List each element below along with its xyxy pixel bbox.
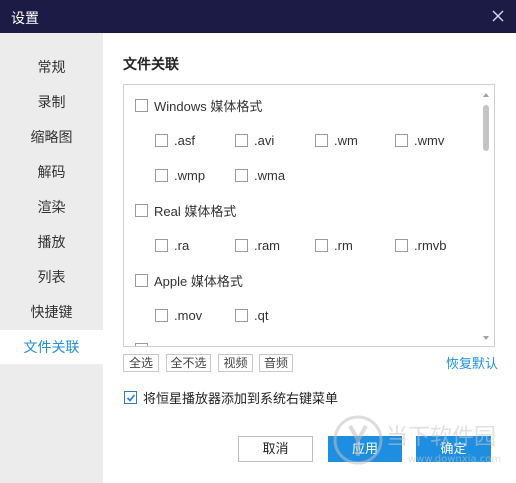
ok-button[interactable]: 确定 xyxy=(416,436,491,462)
ext-wmp-row[interactable]: .wmp xyxy=(155,166,205,184)
group-next-row[interactable] xyxy=(135,340,148,346)
ext-checkbox[interactable] xyxy=(395,133,408,147)
window-title: 设置 xyxy=(11,10,39,26)
ext-label: .rm xyxy=(334,237,353,253)
checkmark-icon xyxy=(126,393,136,402)
ext-avi-row[interactable]: .avi xyxy=(235,131,274,149)
ext-rmvb-row[interactable]: .rmvb xyxy=(395,236,447,254)
settings-sidebar: 常规 录制 缩略图 解码 渲染 播放 列表 快捷键 文件关联 xyxy=(0,33,103,483)
ext-qt-row[interactable]: .qt xyxy=(235,306,268,324)
ext-checkbox[interactable] xyxy=(235,238,248,252)
title-bar: 设置 xyxy=(0,0,516,33)
ext-checkbox[interactable] xyxy=(315,238,328,252)
ext-label: .asf xyxy=(174,132,195,148)
restore-default-link[interactable]: 恢复默认 xyxy=(446,353,498,372)
group-next-checkbox[interactable] xyxy=(135,342,148,346)
sidebar-item-render[interactable]: 渲染 xyxy=(0,190,103,224)
ext-checkbox[interactable] xyxy=(235,168,248,182)
video-filter-button[interactable]: 视频 xyxy=(218,354,253,372)
scroll-thumb[interactable] xyxy=(483,105,489,151)
ext-checkbox[interactable] xyxy=(155,238,168,252)
ext-label: .avi xyxy=(254,132,275,148)
ext-label: .qt xyxy=(254,307,269,323)
sidebar-item-decode[interactable]: 解码 xyxy=(0,155,103,189)
group-apple-checkbox[interactable] xyxy=(135,273,148,287)
ext-wm-row[interactable]: .wm xyxy=(315,131,358,149)
group-real-label: Real 媒体格式 xyxy=(154,203,237,219)
ext-checkbox[interactable] xyxy=(235,133,248,147)
apply-button[interactable]: 应用 xyxy=(328,436,402,462)
sidebar-item-playlist[interactable]: 列表 xyxy=(0,260,103,294)
scroll-up-arrow-icon[interactable] xyxy=(480,88,494,102)
context-menu-label: 将恒星播放器添加到系统右键菜单 xyxy=(143,390,339,406)
ext-label: .wma xyxy=(254,167,286,183)
cancel-button[interactable]: 取消 xyxy=(238,436,313,462)
close-icon[interactable] xyxy=(490,7,506,25)
group-windows-checkbox[interactable] xyxy=(135,98,148,112)
sidebar-item-record[interactable]: 录制 xyxy=(0,85,103,119)
audio-filter-button[interactable]: 音频 xyxy=(259,354,293,372)
sidebar-item-file-association[interactable]: 文件关联 xyxy=(0,330,103,364)
sidebar-item-general[interactable]: 常规 xyxy=(0,50,103,84)
ext-label: .ra xyxy=(174,237,190,253)
ext-mov-row[interactable]: .mov xyxy=(155,306,202,324)
ext-label: .rmvb xyxy=(414,237,447,253)
ext-ram-row[interactable]: .ram xyxy=(235,236,280,254)
sidebar-item-playback[interactable]: 播放 xyxy=(0,225,103,259)
sidebar-item-thumbnail[interactable]: 缩略图 xyxy=(0,120,103,154)
group-real-row[interactable]: Real 媒体格式 xyxy=(135,201,236,219)
scroll-down-arrow-icon[interactable] xyxy=(480,331,494,345)
group-apple-label: Apple 媒体格式 xyxy=(154,273,243,289)
select-all-button[interactable]: 全选 xyxy=(123,354,159,372)
group-windows-row[interactable]: Windows 媒体格式 xyxy=(135,96,262,114)
ext-checkbox[interactable] xyxy=(395,238,408,252)
ext-checkbox[interactable] xyxy=(155,133,168,147)
format-list: Windows 媒体格式 .asf .avi .wm .wmv .wmp .wm… xyxy=(123,84,495,347)
ext-label: .ram xyxy=(254,237,280,253)
ext-ra-row[interactable]: .ra xyxy=(155,236,189,254)
list-scrollbar[interactable] xyxy=(480,85,494,346)
ext-checkbox[interactable] xyxy=(155,168,168,182)
ext-label: .wmp xyxy=(174,167,206,183)
group-apple-row[interactable]: Apple 媒体格式 xyxy=(135,271,243,289)
ext-checkbox[interactable] xyxy=(315,133,328,147)
ext-label: .wm xyxy=(334,132,358,148)
ext-checkbox[interactable] xyxy=(235,308,248,322)
ext-wma-row[interactable]: .wma xyxy=(235,166,285,184)
context-menu-checkbox[interactable] xyxy=(124,390,137,404)
ext-wmv-row[interactable]: .wmv xyxy=(395,131,444,149)
sidebar-item-hotkeys[interactable]: 快捷键 xyxy=(0,295,103,329)
ext-checkbox[interactable] xyxy=(155,308,168,322)
group-real-checkbox[interactable] xyxy=(135,203,148,217)
group-windows-label: Windows 媒体格式 xyxy=(154,98,263,114)
ext-rm-row[interactable]: .rm xyxy=(315,236,353,254)
section-title: 文件关联 xyxy=(123,56,179,72)
ext-label: .mov xyxy=(174,307,203,323)
select-none-button[interactable]: 全不选 xyxy=(166,354,211,372)
ext-asf-row[interactable]: .asf xyxy=(155,131,195,149)
context-menu-option[interactable]: 将恒星播放器添加到系统右键菜单 xyxy=(124,389,339,406)
ext-label: .wmv xyxy=(414,132,445,148)
